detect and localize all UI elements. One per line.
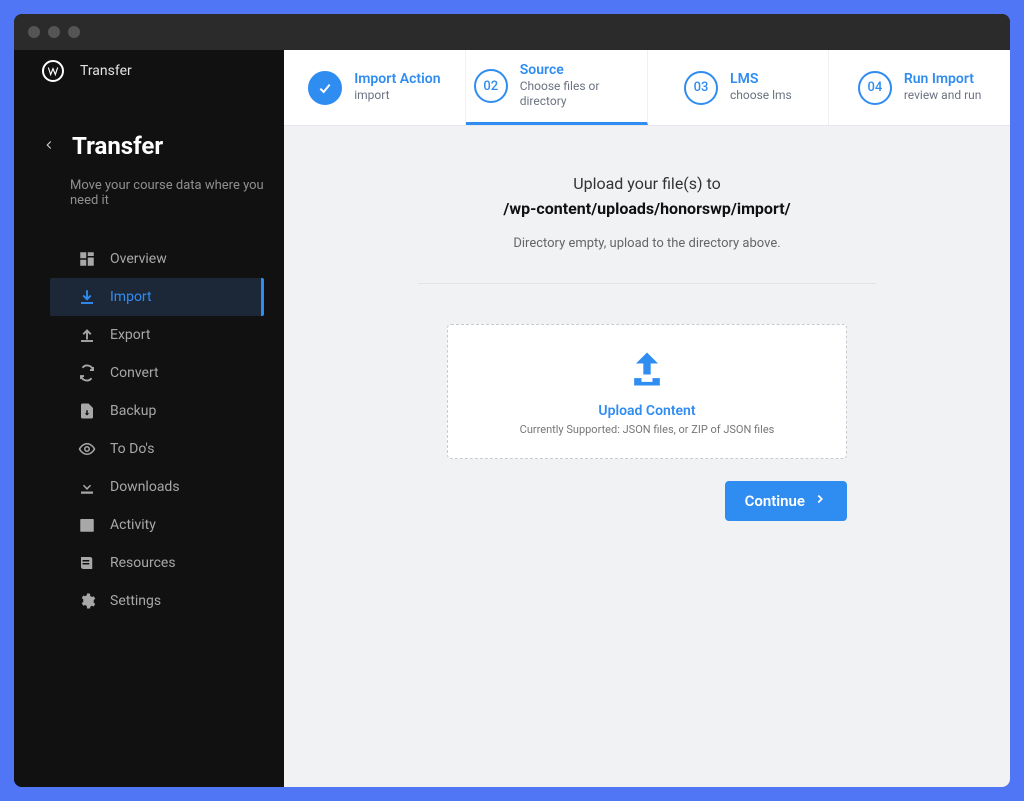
- step-badge-check-icon: [308, 71, 342, 105]
- sidebar-item-label: Backup: [110, 403, 156, 419]
- box-icon: [78, 516, 96, 534]
- back-icon[interactable]: [42, 137, 56, 156]
- upload-drop-subtitle: Currently Supported: JSON files, or ZIP …: [520, 423, 775, 436]
- window-dot: [48, 26, 60, 38]
- sidebar-item-resources[interactable]: Resources: [50, 544, 264, 582]
- content-area: Upload your file(s) to /wp-content/uploa…: [284, 126, 1010, 561]
- step-subtitle: choose lms: [730, 88, 792, 104]
- sidebar-item-convert[interactable]: Convert: [50, 354, 264, 392]
- upload-heading: Upload your file(s) to: [573, 174, 721, 193]
- chevron-right-icon: [813, 492, 827, 510]
- sidebar-item-label: Settings: [110, 593, 161, 609]
- grid-icon: [78, 250, 96, 268]
- step-source[interactable]: 02 Source Choose files or directory: [466, 50, 648, 125]
- download-icon: [78, 288, 96, 306]
- window-dot: [68, 26, 80, 38]
- step-title: LMS: [730, 71, 792, 88]
- step-title: Run Import: [904, 71, 982, 88]
- sidebar-item-label: Overview: [110, 251, 167, 267]
- sidebar-item-overview[interactable]: Overview: [50, 240, 264, 278]
- divider: [418, 283, 875, 284]
- step-title: Import Action: [354, 71, 440, 88]
- sidebar-item-backup[interactable]: Backup: [50, 392, 264, 430]
- eye-icon: [78, 440, 96, 458]
- step-lms[interactable]: 03 LMS choose lms: [648, 50, 830, 125]
- gear-icon: [78, 592, 96, 610]
- step-run-import[interactable]: 04 Run Import review and run: [829, 50, 1010, 125]
- upload-drop-title: Upload Content: [598, 403, 695, 419]
- sidebar-item-label: Export: [110, 327, 150, 343]
- main-content: Import Action import 02 Source Choose fi…: [284, 50, 1010, 787]
- step-subtitle: review and run: [904, 88, 982, 104]
- sidebar-item-label: Activity: [110, 517, 156, 533]
- upload-arrow-icon: [625, 347, 669, 395]
- step-subtitle: import: [354, 88, 440, 104]
- step-subtitle: Choose files or directory: [520, 79, 639, 110]
- sidebar-item-label: To Do's: [110, 441, 155, 457]
- upload-path: /wp-content/uploads/honorswp/import/: [503, 199, 790, 218]
- window-dot: [28, 26, 40, 38]
- step-title: Source: [520, 62, 639, 79]
- wordpress-logo-icon: [42, 60, 64, 82]
- arrow-down-icon: [78, 478, 96, 496]
- page-subtitle: Move your course data where you need it: [14, 164, 284, 240]
- sidebar-item-activity[interactable]: Activity: [50, 506, 264, 544]
- continue-button-label: Continue: [745, 492, 805, 510]
- window-titlebar: [14, 14, 1010, 50]
- sidebar-item-todos[interactable]: To Do's: [50, 430, 264, 468]
- step-badge: 03: [684, 71, 718, 105]
- app-name: Transfer: [80, 63, 132, 79]
- stepper: Import Action import 02 Source Choose fi…: [284, 50, 1010, 126]
- archive-icon: [78, 402, 96, 420]
- upload-dropzone[interactable]: Upload Content Currently Supported: JSON…: [447, 324, 847, 459]
- sidebar-item-import[interactable]: Import: [50, 278, 264, 316]
- sidebar-header: Transfer: [14, 50, 284, 92]
- sidebar: Transfer Transfer Move your course data …: [14, 50, 284, 787]
- sidebar-item-downloads[interactable]: Downloads: [50, 468, 264, 506]
- app-window: Transfer Transfer Move your course data …: [14, 14, 1010, 787]
- sidebar-item-label: Convert: [110, 365, 159, 381]
- step-badge: 02: [474, 69, 508, 103]
- refresh-icon: [78, 364, 96, 382]
- sidebar-title-block: Transfer: [14, 92, 284, 164]
- step-badge: 04: [858, 71, 892, 105]
- sidebar-item-settings[interactable]: Settings: [50, 582, 264, 620]
- sidebar-item-label: Import: [110, 289, 152, 305]
- sidebar-item-label: Resources: [110, 555, 176, 571]
- book-icon: [78, 554, 96, 572]
- upload-note: Directory empty, upload to the directory…: [513, 236, 780, 251]
- page-title: Transfer: [72, 132, 163, 160]
- step-import-action[interactable]: Import Action import: [284, 50, 466, 125]
- upload-icon: [78, 326, 96, 344]
- sidebar-item-label: Downloads: [110, 479, 180, 495]
- sidebar-nav: Overview Import Export: [14, 240, 284, 620]
- continue-button[interactable]: Continue: [725, 481, 847, 521]
- sidebar-item-export[interactable]: Export: [50, 316, 264, 354]
